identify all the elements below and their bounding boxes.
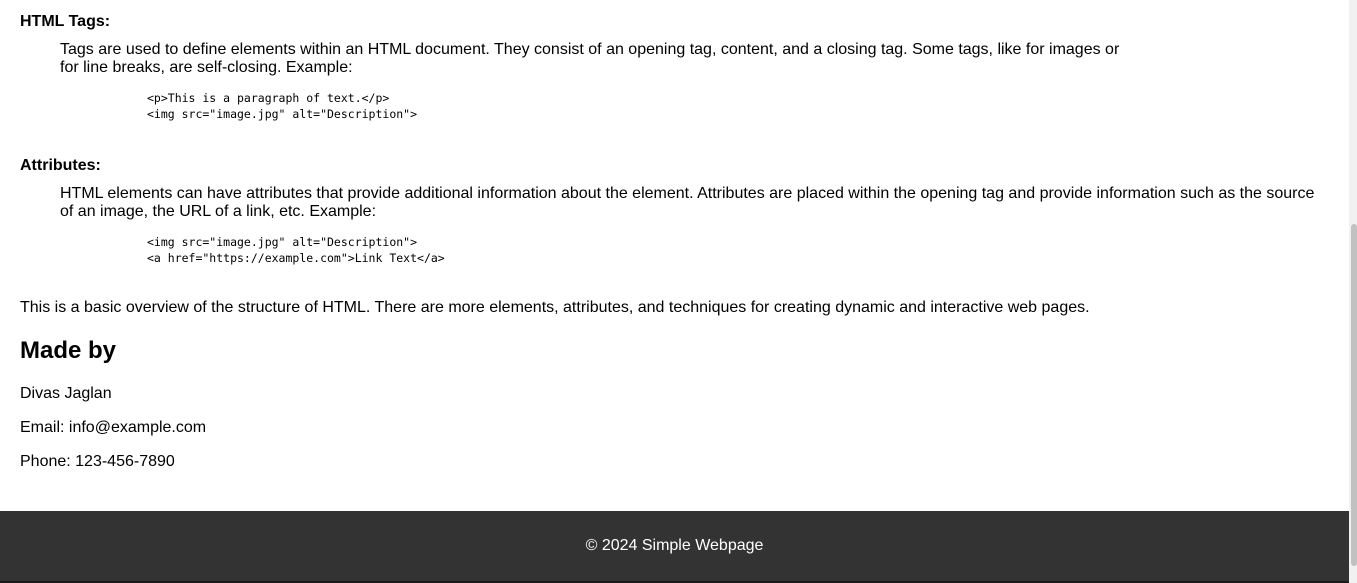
code-example-attributes-line2: <a href="https://example.com">Link Text<… (147, 251, 445, 265)
author-phone: Phone: 123-456-7890 (20, 453, 175, 470)
page: HTML Tags: Tags are used to define eleme… (0, 0, 1349, 583)
code-example-attributes-line1: <img src="image.jpg" alt="Description"> (147, 235, 418, 249)
term-html-tags: HTML Tags: (20, 13, 111, 30)
scrollbar-thumb[interactable] (1351, 224, 1357, 566)
made-by-heading: Made by (20, 337, 117, 364)
author-email: Email: info@example.com (20, 419, 207, 436)
term-attributes: Attributes: (20, 157, 101, 174)
overview-paragraph: This is a basic overview of the structur… (20, 299, 1090, 316)
footer-copyright: © 2024 Simple Webpage (585, 537, 764, 554)
page-footer: © 2024 Simple Webpage (0, 511, 1349, 581)
code-example-tags-line1: <p>This is a paragraph of text.</p> (147, 91, 390, 105)
code-example-tags-line2: <img src="image.jpg" alt="Description"> (147, 107, 418, 121)
desc-attributes-line1: HTML elements can have attributes that p… (60, 185, 1315, 202)
desc-html-tags-line2: for line breaks, are self-closing. Examp… (60, 59, 353, 76)
browser-viewport: HTML Tags: Tags are used to define eleme… (0, 0, 1357, 583)
desc-html-tags-line1: Tags are used to define elements within … (60, 41, 1120, 58)
desc-attributes-line2: of an image, the URL of a link, etc. Exa… (60, 203, 377, 220)
author-name: Divas Jaglan (20, 385, 112, 402)
